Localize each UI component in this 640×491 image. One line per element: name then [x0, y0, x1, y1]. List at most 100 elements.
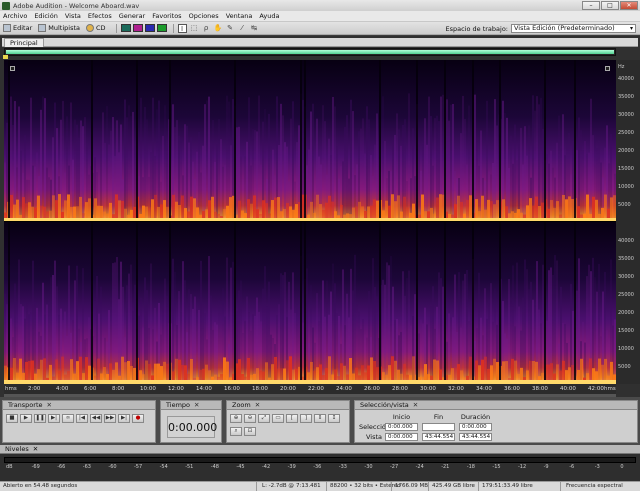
- zoom-out-full-button[interactable]: ⤢: [258, 414, 270, 423]
- play-to-end-button[interactable]: ▶|: [48, 414, 60, 423]
- level-scale-label: -9: [543, 464, 549, 470]
- view-end-field[interactable]: 43:44.554: [422, 432, 455, 441]
- zoom-out-horizontal-button[interactable]: ⊖: [244, 414, 256, 423]
- menu-item-5[interactable]: Favoritos: [152, 12, 181, 20]
- record-button[interactable]: ●: [132, 414, 144, 423]
- spectrogram-column: [306, 268, 308, 384]
- time-tick-label: 4:00: [56, 386, 69, 392]
- zoom-out-vertical-button[interactable]: ↕: [328, 414, 340, 423]
- spectrogram-column: [268, 281, 270, 384]
- close-icon[interactable]: ✕: [33, 445, 38, 453]
- spectrogram-column: [68, 265, 70, 384]
- title-bar: Adobe Audition - Welcome Aboard.wav – □ …: [0, 0, 640, 11]
- spectrogram-column: [400, 145, 402, 221]
- view-duration-field[interactable]: 43:44.554: [459, 432, 492, 441]
- spectrogram-column: [128, 105, 130, 221]
- overview-bar[interactable]: [4, 48, 616, 56]
- selection-duration-field[interactable]: 0:00.000: [459, 422, 492, 431]
- rewind-button[interactable]: ◀◀: [90, 414, 102, 423]
- zoom-selection-button[interactable]: ▭: [272, 414, 284, 423]
- zoom-left-edge-button[interactable]: [: [286, 414, 298, 423]
- selection-start-field[interactable]: 0:00.000: [385, 422, 418, 431]
- go-to-start-button[interactable]: |◀: [76, 414, 88, 423]
- view-row-label: Vista: [365, 432, 382, 441]
- level-scale-label: -54: [159, 464, 168, 470]
- spectrogram-column: [102, 112, 104, 221]
- brush-tool-icon[interactable]: ✎: [226, 24, 235, 33]
- menu-item-0[interactable]: Archivo: [3, 12, 27, 20]
- selection-view-grid: Inicio Fin Duración Selección 0:00.000 0…: [359, 412, 539, 442]
- close-icon[interactable]: ✕: [413, 401, 418, 409]
- time-selection-tool-icon[interactable]: I: [177, 23, 187, 33]
- spectrogram-column: [112, 117, 114, 221]
- loop-button[interactable]: ∞: [62, 414, 74, 423]
- maximize-button[interactable]: □: [601, 1, 619, 10]
- menu-item-8[interactable]: Ayuda: [259, 12, 279, 20]
- minimize-button[interactable]: –: [582, 1, 600, 10]
- spot-healing-tool-icon[interactable]: ⁄: [238, 24, 247, 33]
- stop-button[interactable]: ■: [6, 414, 18, 423]
- end-header: Fin: [433, 412, 444, 421]
- hand-tool-icon[interactable]: ✋: [214, 24, 223, 33]
- zoom-corner-handle[interactable]: [10, 66, 15, 71]
- overview-range[interactable]: [6, 50, 614, 54]
- playhead-marker[interactable]: [3, 55, 8, 59]
- spectrogram-display[interactable]: [4, 60, 616, 384]
- edit-view-button[interactable]: Editar: [3, 24, 32, 32]
- lasso-tool-icon[interactable]: ρ: [202, 24, 211, 33]
- selection-title: Selección/vista: [360, 401, 409, 409]
- waveform-view-button[interactable]: [120, 24, 131, 32]
- cd-view-button[interactable]: CD: [86, 24, 106, 32]
- cd-view-label: CD: [96, 24, 106, 32]
- frequency-tick-label: 5000: [618, 202, 631, 208]
- frequency-tick-label: 25000: [618, 292, 634, 298]
- time-tick-label: 14:00: [196, 386, 212, 392]
- zoom-right-edge-button[interactable]: ]: [300, 414, 312, 423]
- zoom-in-horizontal-button[interactable]: ⊕: [230, 414, 242, 423]
- menu-item-1[interactable]: Edición: [34, 12, 58, 20]
- zoom-full-button[interactable]: ⊡: [244, 427, 256, 436]
- menu-item-3[interactable]: Efectos: [88, 12, 112, 20]
- spectrogram-column: [20, 150, 22, 221]
- frequency-tick-label: 20000: [618, 148, 634, 154]
- tab-principal[interactable]: Principal: [4, 38, 44, 47]
- spectrogram-column: [538, 309, 540, 384]
- spectrogram-column: [508, 278, 510, 384]
- frequency-tick-label: 35000: [618, 94, 634, 100]
- zoom-corner-handle[interactable]: [605, 66, 610, 71]
- zoom-in-vertical-button[interactable]: ⇕: [314, 414, 326, 423]
- fast-forward-button[interactable]: ▶▶: [104, 414, 116, 423]
- menu-item-2[interactable]: Vista: [65, 12, 81, 20]
- play-button[interactable]: ▶: [20, 414, 32, 423]
- close-icon[interactable]: ✕: [255, 401, 260, 409]
- workspace-dropdown[interactable]: Vista Edición (Predeterminado): [511, 24, 636, 33]
- multitrack-view-button[interactable]: Multipista: [38, 24, 80, 32]
- go-to-end-button[interactable]: ▶|: [118, 414, 130, 423]
- menu-bar: Archivo Edición Vista Efectos Generar Favorit…: [0, 11, 640, 22]
- close-icon[interactable]: ✕: [47, 401, 52, 409]
- marquee-tool-icon[interactable]: ⬚: [190, 24, 199, 33]
- spectrogram-left-channel[interactable]: [4, 60, 616, 222]
- spectrogram-column: [526, 269, 528, 384]
- spectrogram-column: [302, 322, 304, 384]
- zoom-to-selection-button[interactable]: ⌕: [230, 427, 242, 436]
- spectrogram-column: [462, 280, 464, 384]
- level-scale-label: -6: [569, 464, 575, 470]
- view-start-field[interactable]: 0:00.000: [385, 432, 418, 441]
- spectrogram-column: [262, 288, 264, 384]
- menu-item-7[interactable]: Ventana: [226, 12, 253, 20]
- spectral-pan-view-button[interactable]: [144, 24, 155, 32]
- spectral-phase-view-button[interactable]: [156, 24, 167, 32]
- menu-item-4[interactable]: Generar: [119, 12, 145, 20]
- close-button[interactable]: ✕: [620, 1, 638, 10]
- spectrogram-column: [230, 267, 232, 384]
- pause-button[interactable]: ❚❚: [34, 414, 46, 423]
- menu-item-6[interactable]: Opciones: [189, 12, 219, 20]
- close-icon[interactable]: ✕: [194, 401, 199, 409]
- spectral-frequency-view-button[interactable]: [132, 24, 143, 32]
- spectrogram-right-channel[interactable]: [4, 222, 616, 384]
- selection-end-field[interactable]: [422, 422, 455, 431]
- status-free-time: 179:51:33.49 libre: [482, 483, 533, 489]
- scrub-tool-icon[interactable]: ↹: [250, 24, 259, 33]
- zoom-panel: Zoom ✕ ⊕ ⊖ ⤢ ▭ [ ] ⇕ ↕ ⌕ ⊡: [226, 400, 350, 443]
